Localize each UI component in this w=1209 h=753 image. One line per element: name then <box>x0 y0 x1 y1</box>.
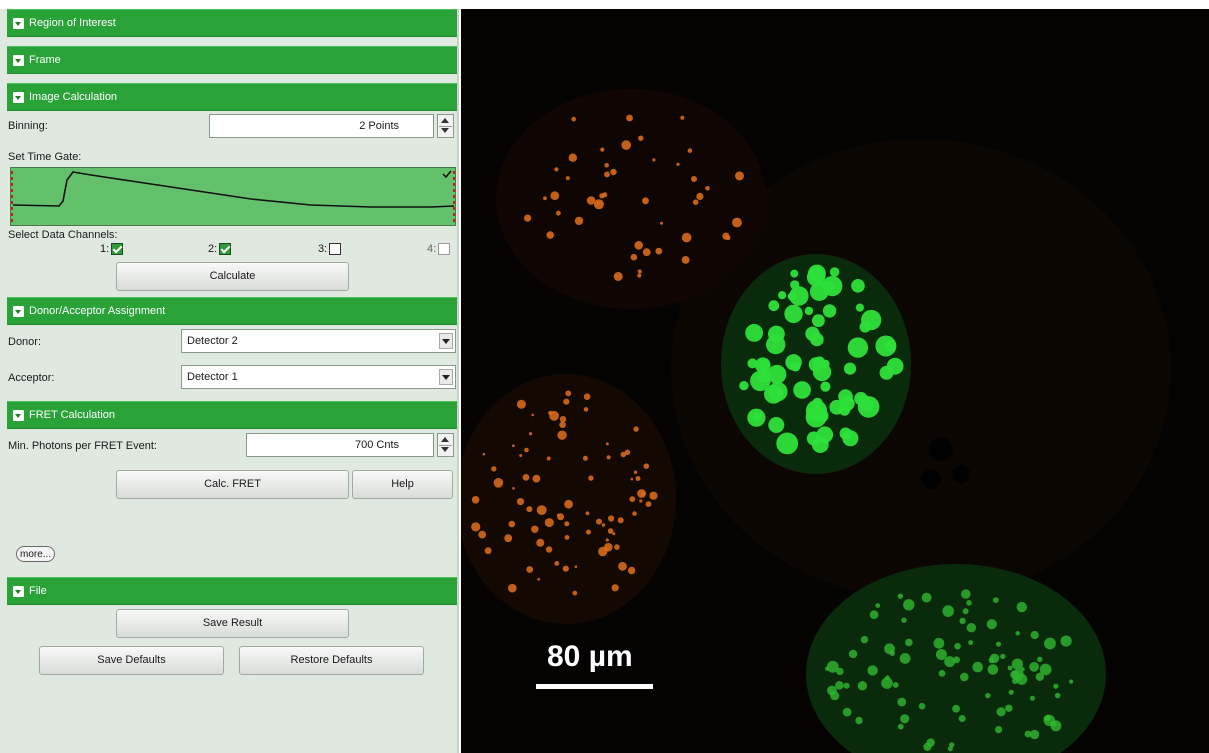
channel-4-checkbox[interactable] <box>438 243 450 255</box>
collapse-toggle-icon[interactable] <box>13 18 24 29</box>
acceptor-label: Acceptor: <box>8 372 55 384</box>
dropdown-arrow-icon[interactable] <box>439 333 453 349</box>
section-header-donor-acceptor[interactable]: Donor/Acceptor Assignment <box>7 297 457 325</box>
min-photons-field[interactable]: 700 Cnts <box>246 433 434 457</box>
channel-3-checkbox[interactable] <box>329 243 341 255</box>
min-photons-spinner-icon[interactable] <box>437 433 454 457</box>
channel-1-label: 1: <box>100 243 110 255</box>
section-title: Image Calculation <box>29 91 118 103</box>
binning-value: 2 Points <box>359 120 399 132</box>
section-title: File <box>29 585 47 597</box>
acceptor-value: Detector 1 <box>187 371 238 383</box>
calculate-button[interactable]: Calculate <box>116 262 349 291</box>
min-photons-value: 700 Cnts <box>354 439 399 451</box>
save-result-button[interactable]: Save Result <box>116 609 349 638</box>
section-header-fret-calculation[interactable]: FRET Calculation <box>7 401 457 429</box>
channel-3-label: 3: <box>318 243 328 255</box>
channel-4-label: 4: <box>427 243 437 255</box>
save-defaults-button[interactable]: Save Defaults <box>39 646 224 675</box>
scale-bar <box>536 684 653 689</box>
min-photons-label: Min. Photons per FRET Event: <box>8 440 157 452</box>
collapse-toggle-icon[interactable] <box>13 92 24 103</box>
donor-value: Detector 2 <box>187 335 238 347</box>
acceptor-select[interactable]: Detector 1 <box>181 365 456 389</box>
data-channels-label: Select Data Channels: <box>8 229 118 241</box>
section-title: Donor/Acceptor Assignment <box>29 305 166 317</box>
channel-2-label: 2: <box>208 243 218 255</box>
restore-defaults-button[interactable]: Restore Defaults <box>239 646 424 675</box>
dropdown-arrow-icon[interactable] <box>439 369 453 385</box>
binning-spinner-icon[interactable] <box>437 114 454 138</box>
donor-select[interactable]: Detector 2 <box>181 329 456 353</box>
section-title: Frame <box>29 54 61 66</box>
channel-1-checkbox[interactable] <box>111 243 123 255</box>
calc-fret-button[interactable]: Calc. FRET <box>116 470 349 499</box>
section-title: Region of Interest <box>29 17 116 29</box>
time-gate-label: Set Time Gate: <box>8 151 82 163</box>
decay-curve-graphic <box>11 170 455 222</box>
section-title: FRET Calculation <box>29 409 115 421</box>
collapse-toggle-icon[interactable] <box>13 55 24 66</box>
scale-bar-label: 80 µm <box>547 640 633 673</box>
more-button[interactable]: more... <box>16 546 56 562</box>
help-button[interactable]: Help <box>352 470 453 499</box>
collapse-toggle-icon[interactable] <box>13 306 24 317</box>
collapse-toggle-icon[interactable] <box>13 586 24 597</box>
donor-label: Donor: <box>8 336 42 348</box>
time-gate-decay-plot[interactable] <box>10 167 456 226</box>
channel-2-checkbox[interactable] <box>219 243 231 255</box>
section-header-file[interactable]: File <box>7 577 457 605</box>
collapse-toggle-icon[interactable] <box>13 410 24 421</box>
binning-field[interactable]: 2 Points <box>209 114 434 138</box>
section-header-frame[interactable]: Frame <box>7 46 457 74</box>
section-header-image-calculation[interactable]: Image Calculation <box>7 83 457 111</box>
section-header-region-of-interest[interactable]: Region of Interest <box>7 9 457 37</box>
binning-label: Binning: <box>8 120 48 132</box>
